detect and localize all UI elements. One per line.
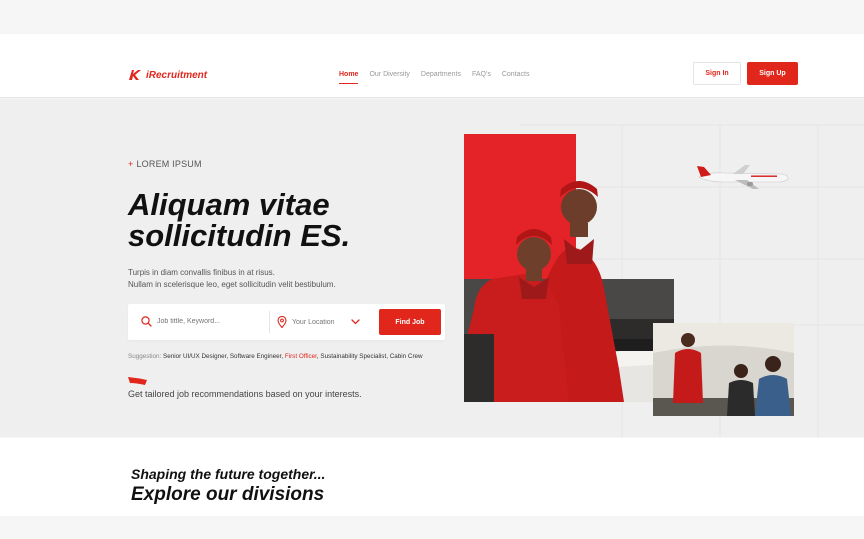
hero-subtext: Turpis in diam convallis finibus in at r… <box>128 267 336 291</box>
divisions-section: Shaping the future together... Explore o… <box>0 438 864 516</box>
hero-headline: Aliquam vitae sollicitudin ES. <box>128 189 428 251</box>
brand-name: iRecruitment <box>146 69 208 81</box>
chevron-down-icon[interactable] <box>351 319 360 325</box>
red-swoosh-icon <box>128 377 147 385</box>
top-strip <box>0 0 864 34</box>
site-header: iRecruitment Home Our Diversity Departme… <box>0 34 864 98</box>
sign-in-button[interactable]: Sign In <box>693 62 741 85</box>
airport-counter-illustration <box>653 323 794 416</box>
subtext-line1: Turpis in diam convallis finibus in at r… <box>128 268 275 277</box>
logo-mark-icon <box>129 70 141 80</box>
tailored-recommendations-text: Get tailored job recommendations based o… <box>128 389 362 399</box>
airplane-icon <box>697 165 789 189</box>
cabin-crew-photo <box>464 181 624 402</box>
keyword-input[interactable] <box>157 318 247 325</box>
suggestion-list-before[interactable]: Senior UI/UX Designer, Software Engineer… <box>163 353 283 360</box>
job-search-bar: Find Job <box>128 304 445 340</box>
headline-line2: sollicitudin ES. <box>128 218 351 253</box>
hero-section: + LOREM IPSUM Aliquam vitae sollicitudin … <box>0 99 864 437</box>
suggestion-list-after[interactable]: , Sustainability Specialist, Cabin Crew <box>317 353 423 360</box>
nav-contacts[interactable]: Contacts <box>502 71 530 81</box>
eyebrow-plus: + <box>128 159 134 169</box>
keyword-field-wrap <box>141 316 247 327</box>
headline-line1: Aliquam vitae <box>128 187 330 222</box>
eyebrow-text: LOREM IPSUM <box>136 159 202 169</box>
search-divider <box>269 311 270 333</box>
suggestion-first-officer[interactable]: First Officer <box>285 353 317 360</box>
nav-home[interactable]: Home <box>339 71 359 84</box>
hero-eyebrow: + LOREM IPSUM <box>128 159 202 169</box>
divisions-tagline: Shaping the future together... <box>131 466 326 482</box>
main-nav: Home Our Diversity Departments FAQ's Con… <box>339 71 530 84</box>
location-field-wrap[interactable] <box>277 316 360 328</box>
find-job-button[interactable]: Find Job <box>379 309 441 335</box>
airport-counter-photo <box>653 323 794 416</box>
search-icon <box>141 316 152 327</box>
location-pin-icon <box>277 316 287 328</box>
nav-our-diversity[interactable]: Our Diversity <box>369 71 409 81</box>
sign-up-button[interactable]: Sign Up <box>747 62 798 85</box>
search-suggestions: Suggestion: Senior UI/UX Designer, Softw… <box>128 353 423 360</box>
divisions-title: Explore our divisions <box>131 484 325 505</box>
suggestion-label: Suggestion: <box>128 353 162 360</box>
subtext-line2: Nullam in scelerisque leo, eget sollicit… <box>128 280 336 289</box>
nav-departments[interactable]: Departments <box>421 71 461 81</box>
bottom-strip <box>0 516 864 539</box>
nav-faqs[interactable]: FAQ's <box>472 71 491 81</box>
brand-logo[interactable]: iRecruitment <box>128 69 207 81</box>
location-input[interactable] <box>292 318 346 326</box>
